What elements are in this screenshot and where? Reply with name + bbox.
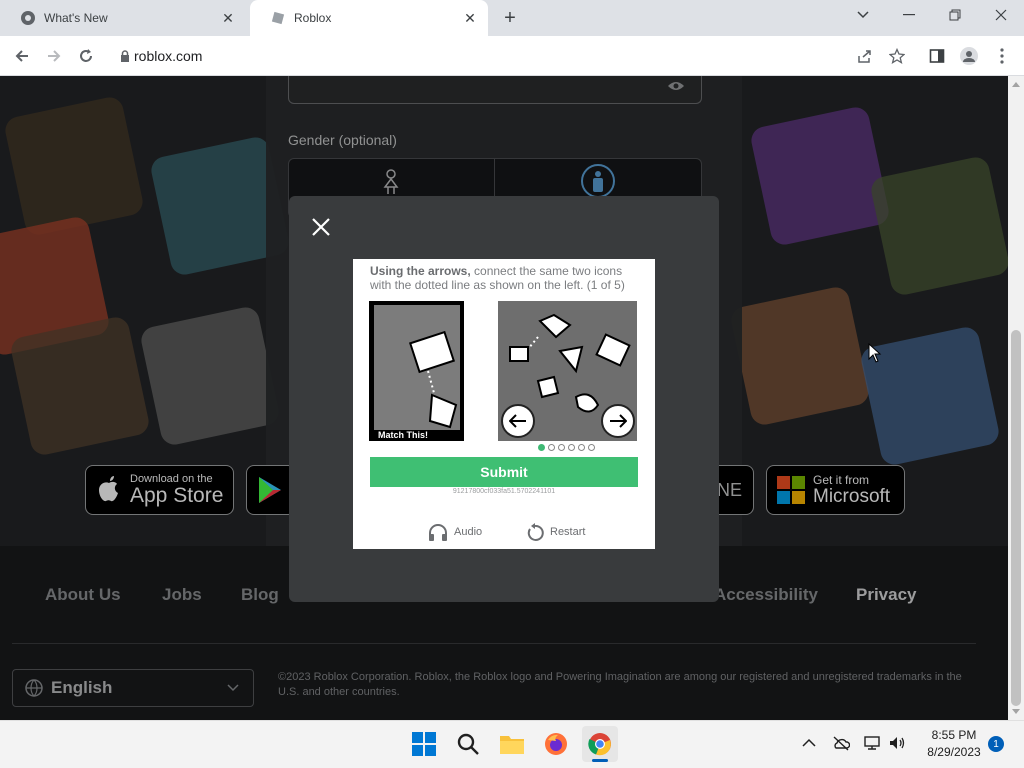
instruction-bold: Using the arrows, [370, 264, 471, 278]
reload-icon[interactable] [73, 43, 99, 69]
progress-dot [538, 444, 545, 451]
chrome-taskbar-button[interactable] [582, 726, 618, 762]
progress-dot [568, 444, 575, 451]
new-tab-button[interactable]: + [498, 6, 522, 30]
folder-icon [500, 736, 524, 754]
scroll-up-arrow-icon[interactable] [1011, 80, 1021, 88]
close-window-button[interactable] [978, 0, 1024, 30]
scroll-down-arrow-icon[interactable] [1011, 708, 1021, 716]
lock-icon[interactable] [120, 50, 130, 62]
progress-dot [558, 444, 565, 451]
active-app-indicator [592, 759, 608, 762]
audio-challenge-button[interactable]: Audio [428, 522, 482, 542]
start-button[interactable] [406, 726, 442, 762]
back-icon[interactable] [9, 43, 35, 69]
chrome-favicon-icon [21, 11, 35, 25]
restart-icon [527, 523, 544, 541]
file-explorer-button[interactable] [494, 726, 530, 762]
progress-dot [578, 444, 585, 451]
onedrive-off-icon[interactable] [832, 735, 850, 751]
clock-time: 8:55 PM [931, 728, 977, 742]
network-icon[interactable] [864, 735, 882, 751]
share-icon[interactable] [852, 43, 878, 69]
restart-label: Restart [550, 526, 586, 538]
tab-title: Roblox [294, 11, 332, 25]
volume-icon[interactable] [888, 735, 906, 751]
progress-dot [588, 444, 595, 451]
mouse-cursor-icon [868, 343, 882, 363]
clock-date: 8/29/2023 [927, 745, 981, 759]
side-panel-icon[interactable] [924, 43, 950, 69]
search-icon [457, 733, 479, 755]
close-modal-icon[interactable] [310, 216, 332, 238]
progress-dots [538, 444, 598, 452]
tab-strip: What's New ✕ Roblox ✕ + [0, 0, 1024, 36]
browser-menu-icon[interactable] [989, 43, 1015, 69]
tab-whats-new[interactable]: What's New ✕ [0, 0, 246, 36]
scrollbar-thumb[interactable] [1011, 330, 1021, 706]
submit-button[interactable]: Submit [370, 457, 638, 487]
restore-button[interactable] [932, 0, 978, 30]
forward-icon[interactable] [41, 43, 67, 69]
match-this-label: Match This! [374, 430, 460, 441]
tab-roblox[interactable]: Roblox ✕ [250, 0, 488, 36]
previous-arrow-button[interactable] [501, 404, 535, 438]
arrow-right-icon [610, 414, 627, 428]
tab-search-icon[interactable] [840, 0, 886, 30]
tab-title: What's New [44, 11, 108, 25]
minimize-button[interactable] [886, 0, 932, 30]
example-image [374, 305, 460, 431]
firefox-icon [545, 733, 567, 755]
next-arrow-button[interactable] [601, 404, 635, 438]
arrow-left-icon [509, 414, 526, 428]
url-text: roblox.com [134, 48, 203, 64]
chrome-icon [588, 733, 611, 756]
restart-button[interactable]: Restart [526, 522, 585, 542]
taskbar-search-button[interactable] [450, 726, 486, 762]
bookmark-star-icon[interactable] [884, 43, 910, 69]
windows-logo-icon [412, 732, 436, 756]
firefox-button[interactable] [538, 726, 574, 762]
progress-dot [548, 444, 555, 451]
headphones-icon [429, 524, 447, 541]
close-tab-icon[interactable]: ✕ [462, 10, 478, 26]
system-clock[interactable]: 8:55 PM 8/29/2023 [912, 727, 996, 761]
roblox-favicon-icon [271, 11, 285, 25]
profile-avatar-icon[interactable] [956, 43, 982, 69]
close-tab-icon[interactable]: ✕ [220, 10, 236, 26]
browser-toolbar: roblox.com [0, 36, 1024, 76]
chevron-up-icon[interactable] [802, 738, 816, 748]
audio-label: Audio [454, 526, 483, 538]
session-id-text: 91217800cf033fa51.5702241101 [452, 488, 556, 495]
address-bar[interactable]: roblox.com [108, 40, 914, 72]
notification-badge[interactable]: 1 [988, 736, 1004, 752]
captcha-instructions: Using the arrows, connect the same two i… [370, 264, 640, 292]
